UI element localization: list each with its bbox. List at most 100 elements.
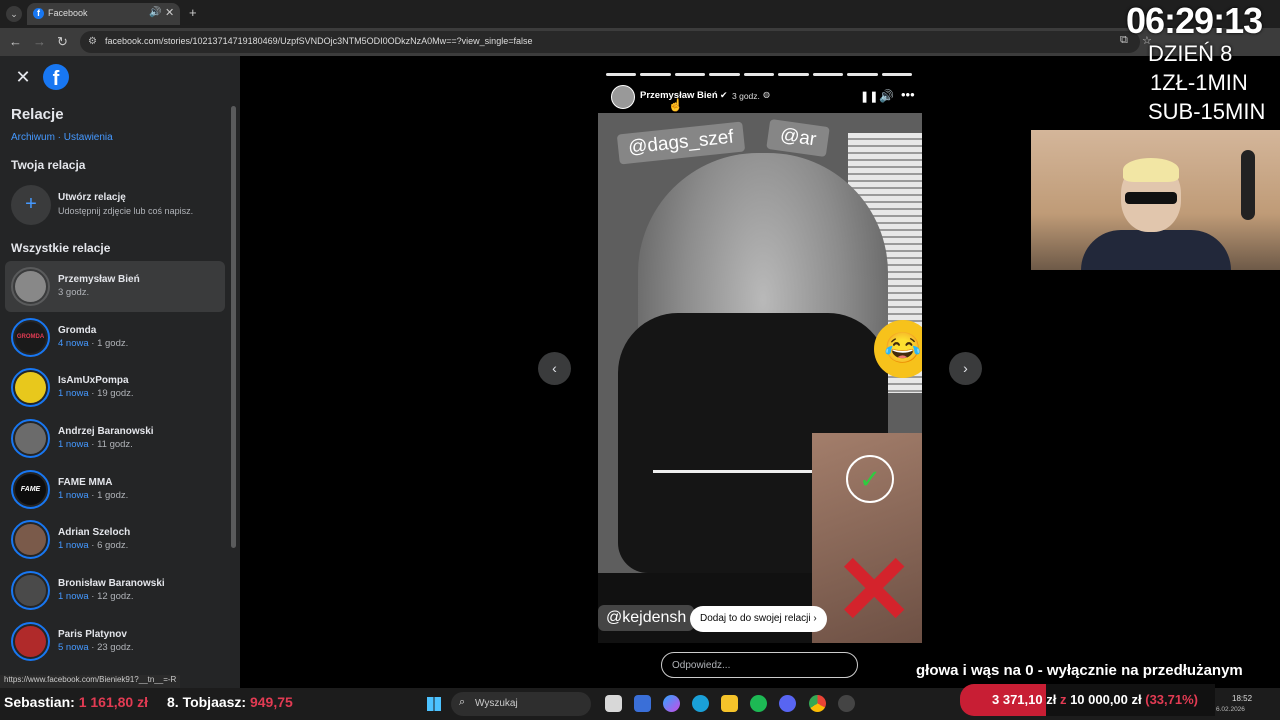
chrome-icon[interactable] bbox=[809, 695, 826, 712]
forward-icon[interactable]: → bbox=[33, 34, 46, 49]
taskbar-search[interactable]: ⌕ Wyszukaj bbox=[451, 692, 591, 716]
task-view-icon[interactable] bbox=[605, 695, 622, 712]
story-meta: 4 nowa · 1 godz. bbox=[58, 338, 128, 349]
next-story-button[interactable]: › bbox=[949, 352, 982, 385]
story-progress-bars bbox=[606, 73, 912, 76]
pause-icon[interactable]: ❚❚ bbox=[860, 90, 878, 103]
edge-icon[interactable] bbox=[692, 695, 709, 712]
settings-link[interactable]: Ustawienia bbox=[64, 132, 113, 143]
story-time: · 19 godz. bbox=[88, 388, 134, 400]
add-to-story-button[interactable]: Dodaj to do swojej relacji › bbox=[690, 606, 827, 632]
mention-sticker[interactable]: @ar bbox=[766, 118, 830, 158]
story-item[interactable]: IsAmUxPompa 1 nowa · 19 godz. bbox=[5, 362, 225, 413]
progress-segment bbox=[606, 73, 637, 76]
url-text[interactable]: facebook.com/stories/10213714719180469/U… bbox=[105, 36, 532, 46]
story-new-count: 5 nowa bbox=[58, 641, 89, 653]
stories-sidebar: ✕ f Relacje Archiwum · Ustawienia Twoja … bbox=[0, 56, 240, 688]
hand-cursor-icon: ☝ bbox=[668, 98, 683, 112]
avatar[interactable] bbox=[611, 85, 635, 109]
back-icon[interactable]: ← bbox=[9, 34, 22, 49]
browser-tab[interactable]: f Facebook 🔊 ✕ bbox=[27, 3, 180, 25]
story-item[interactable]: Paris Platynov 5 nowa · 23 godz. bbox=[5, 616, 225, 667]
avatar-image bbox=[15, 372, 46, 404]
stream-day-label: DZIEŃ 8 bbox=[1148, 41, 1233, 66]
windows-start-icon[interactable] bbox=[427, 697, 441, 711]
create-story-title[interactable]: Utwórz relację bbox=[58, 192, 126, 203]
donation-goal: 10 000,00 zł bbox=[1070, 692, 1142, 707]
facebook-logo-icon[interactable]: f bbox=[43, 64, 69, 90]
story-media[interactable]: @dags_szef @ar 😂 ✓ ✕ @kejdensh bbox=[598, 113, 922, 643]
story-time: · 1 godz. bbox=[88, 489, 129, 501]
story-item[interactable]: Andrzej Baranowski 1 nowa · 11 godz. bbox=[5, 413, 225, 464]
close-tab-icon[interactable]: ✕ bbox=[165, 6, 174, 19]
story-author: Przemysław Bień bbox=[58, 274, 140, 285]
tab-title: Facebook bbox=[48, 8, 88, 18]
avatar-image bbox=[15, 423, 46, 455]
new-tab-icon[interactable]: + bbox=[189, 5, 197, 20]
avatar bbox=[11, 520, 50, 560]
progress-segment bbox=[812, 73, 844, 76]
globe-icon: ◍ bbox=[763, 90, 770, 99]
mention-sticker[interactable]: @kejdensh bbox=[598, 605, 695, 631]
all-stories-header: Wszystkie relacje bbox=[11, 241, 111, 255]
plus-icon[interactable]: + bbox=[11, 185, 51, 225]
link-separator: · bbox=[54, 132, 64, 143]
store-icon[interactable] bbox=[634, 695, 651, 712]
story-author: Bronisław Baranowski bbox=[58, 578, 165, 590]
story-author: Gromda bbox=[58, 324, 97, 336]
archive-link[interactable]: Archiwum bbox=[11, 132, 55, 143]
sidebar-scrollbar[interactable] bbox=[230, 96, 237, 676]
story-item[interactable]: Bronisław Baranowski 1 nowa · 12 godz. bbox=[5, 565, 225, 616]
story-meta: 3 godz. bbox=[58, 287, 89, 298]
story-time: 3 godz. bbox=[732, 91, 760, 101]
more-options-icon[interactable]: ••• bbox=[901, 87, 915, 102]
ticker-name: 8. Tobjaasz: bbox=[167, 694, 247, 710]
copilot-icon[interactable] bbox=[663, 695, 680, 712]
red-x-icon: ✕ bbox=[834, 537, 915, 643]
file-explorer-icon[interactable] bbox=[721, 695, 738, 712]
scrollbar-thumb[interactable] bbox=[231, 106, 236, 548]
avatar bbox=[11, 267, 50, 306]
address-bar[interactable]: ⚙ facebook.com/stories/10213714719180469… bbox=[80, 31, 1140, 53]
story-new-count: 4 nowa bbox=[58, 337, 89, 349]
close-icon[interactable]: ✕ bbox=[11, 65, 35, 89]
speaker-icon[interactable]: 🔊 bbox=[149, 7, 161, 18]
tab-search-button[interactable]: ⌄ bbox=[6, 6, 22, 22]
story-author: Andrzej Baranowski bbox=[58, 426, 154, 438]
sidebar-links: Archiwum · Ustawienia bbox=[11, 132, 113, 143]
ticker-amount: 1 161,80 zł bbox=[78, 694, 148, 710]
volume-icon[interactable]: 🔊 bbox=[879, 89, 894, 103]
reply-input[interactable] bbox=[661, 652, 858, 678]
avatar bbox=[11, 571, 50, 611]
progress-segment bbox=[847, 73, 878, 76]
previous-story-button[interactable]: ‹ bbox=[538, 352, 571, 385]
avatar bbox=[11, 368, 50, 408]
progress-segment bbox=[881, 73, 912, 76]
story-author: Adrian Szeloch bbox=[58, 527, 131, 539]
story-item[interactable]: FAME FAME MMA 1 nowa · 1 godz. bbox=[5, 464, 225, 515]
avatar-image bbox=[15, 575, 46, 607]
avatar-image bbox=[15, 524, 46, 556]
donation-separator: z bbox=[1056, 692, 1071, 707]
discord-icon[interactable] bbox=[779, 695, 796, 712]
story-item[interactable]: Przemysław Bień 3 godz. bbox=[5, 261, 225, 312]
story-meta: 1 nowa · 6 godz. bbox=[58, 540, 128, 551]
webcam-sunglasses bbox=[1125, 192, 1177, 204]
story-meta: 1 nowa · 1 godz. bbox=[58, 490, 128, 501]
system-clock[interactable]: 18:52 bbox=[1232, 694, 1252, 703]
app-icon[interactable] bbox=[838, 695, 855, 712]
site-info-icon[interactable]: ⚙ bbox=[88, 36, 97, 47]
story-time: · 6 godz. bbox=[88, 540, 129, 552]
story-time: 3 godz. bbox=[58, 287, 90, 298]
create-story-subtitle: Udostępnij zdjęcie lub coś napisz. bbox=[58, 206, 194, 216]
story-list: Przemysław Bień 3 godz. GROMDA Gromda 4 … bbox=[5, 261, 225, 667]
add-to-story-label: Dodaj to do swojej relacji bbox=[700, 613, 811, 624]
reload-icon[interactable]: ↻ bbox=[57, 34, 68, 50]
story-item[interactable]: Adrian Szeloch 1 nowa · 6 godz. bbox=[5, 514, 225, 565]
story-item[interactable]: GROMDA Gromda 4 nowa · 1 godz. bbox=[5, 312, 225, 363]
avatar: FAME bbox=[11, 469, 50, 509]
status-bar-url: https://www.facebook.com/Bieniek91?__tn_… bbox=[0, 675, 181, 688]
donation-ticker: 8. Tobjaasz: 949,75 bbox=[167, 694, 293, 710]
spotify-icon[interactable] bbox=[750, 695, 767, 712]
system-date[interactable]: 6.02.2026 bbox=[1216, 706, 1245, 713]
